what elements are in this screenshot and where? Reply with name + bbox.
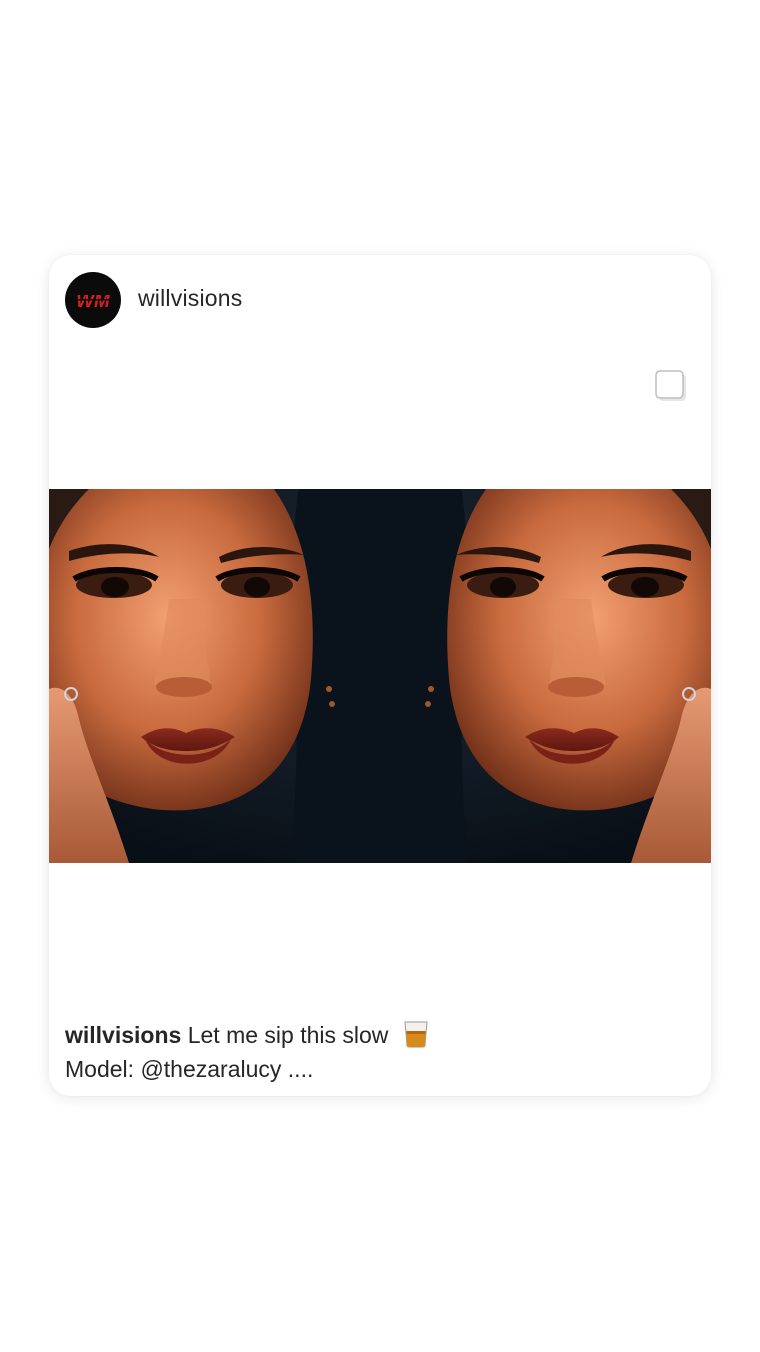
- wm-logo-icon: WM: [76, 291, 111, 312]
- caption-text: Let me sip this slow: [187, 1022, 389, 1048]
- multiple-photos-icon[interactable]: [653, 368, 689, 404]
- tumbler-glass-icon: [403, 1020, 429, 1055]
- avatar[interactable]: WM: [65, 272, 121, 328]
- post-username[interactable]: willvisions: [138, 285, 242, 312]
- post-header: WM willvisions: [49, 255, 711, 345]
- caption-username[interactable]: willvisions: [65, 1022, 181, 1048]
- caption-ellipsis: ....: [281, 1056, 314, 1082]
- post-photo[interactable]: [49, 489, 711, 863]
- story-screen: WM willvisions willvisions Let me sip th…: [0, 0, 760, 1352]
- shared-post-card[interactable]: WM willvisions willvisions Let me sip th…: [49, 255, 711, 1096]
- caption-mention-link[interactable]: @thezaralucy: [140, 1056, 281, 1082]
- mirrored-portrait-photo: [49, 489, 711, 863]
- caption-model-prefix: Model:: [65, 1056, 141, 1082]
- post-caption: willvisions Let me sip this slow Model: …: [65, 1020, 695, 1084]
